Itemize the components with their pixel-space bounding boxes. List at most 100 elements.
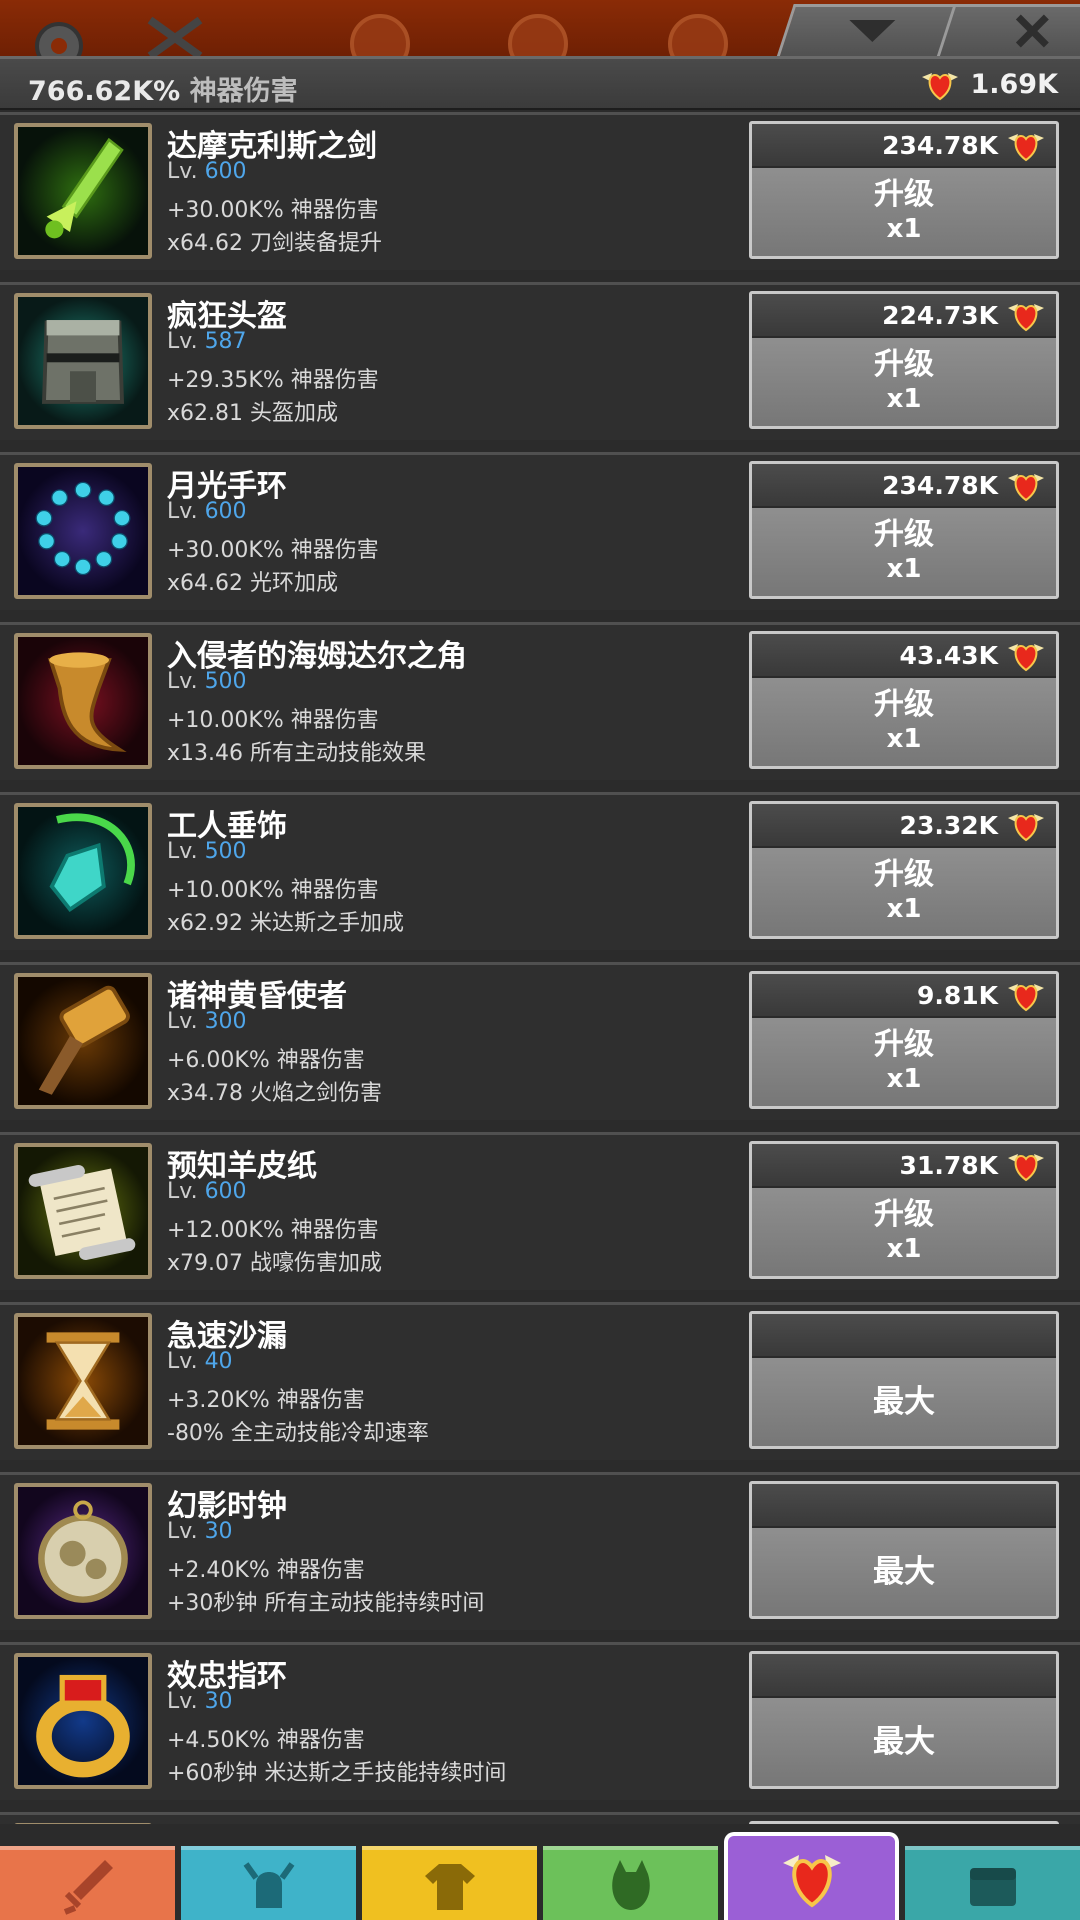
artifact-damage: +3.20K% 神器伤害 (167, 1388, 365, 1413)
winged-heart-icon (1008, 1154, 1044, 1182)
background-badge (350, 14, 410, 56)
artifact-row[interactable]: 入侵者的海姆达尔之角 Lv. 500 +10.00K% 神器伤害 x13.46 所有主… (0, 622, 1080, 780)
level-value: 30 (204, 1519, 233, 1544)
artifact-level: Lv. 500 (167, 839, 247, 864)
upgrade-button[interactable]: 43.43K 升级 x1 (749, 631, 1059, 769)
relic-currency-value: 1.69K (970, 68, 1058, 100)
artifact-bonus: x62.92 米达斯之手加成 (167, 911, 404, 936)
scroll-icon[interactable] (14, 1143, 152, 1279)
cost-value: 23.32K (899, 810, 998, 840)
nav-tab-shop[interactable] (905, 1846, 1080, 1920)
pocket-watch-icon[interactable] (14, 1483, 152, 1619)
upgrade-cost: 234.78K (752, 464, 1056, 508)
upgrade-button[interactable]: 9.81K 升级 x1 (749, 971, 1059, 1109)
artifact-row[interactable]: 月光手环 Lv. 600 +30.00K% 神器伤害 x64.62 光环加成 234.7… (0, 452, 1080, 610)
artifact-damage: +10.00K% 神器伤害 (167, 878, 379, 903)
artifact-bonus: +60秒钟 米达斯之手技能持续时间 (167, 1761, 507, 1786)
upgrade-button[interactable]: 224.73K 升级 x1 (749, 291, 1059, 429)
top-game-strip (0, 0, 1080, 56)
green-dagger-icon[interactable] (14, 123, 152, 259)
upgrade-action: 升级 x1 (752, 508, 1056, 596)
upgrade-cost: 224.73K (752, 294, 1056, 338)
artifact-row[interactable]: 幻影时钟 Lv. 30 +2.40K% 神器伤害 +30秒钟 所有主动技能持续时间 最大 (0, 1472, 1080, 1630)
settings-gear-icon[interactable] (24, 10, 94, 56)
spear-icon[interactable] (14, 1823, 152, 1824)
hammer-icon[interactable] (14, 973, 152, 1109)
hourglass-icon[interactable] (14, 1313, 152, 1449)
artifact-bonus: x64.62 光环加成 (167, 571, 338, 596)
nav-tab-sword[interactable] (0, 1846, 175, 1920)
nav-tab-heroes[interactable] (181, 1846, 356, 1920)
level-prefix: Lv. (167, 329, 198, 354)
ruby-ring-icon[interactable] (14, 1653, 152, 1789)
level-prefix: Lv. (167, 669, 198, 694)
upgrade-cost: 234.78K (752, 124, 1056, 168)
background-badge (668, 14, 728, 56)
level-value: 500 (204, 669, 247, 694)
cost-value: 9.81K (916, 980, 998, 1010)
upgrade-button[interactable] (749, 1821, 1059, 1824)
level-prefix: Lv. (167, 499, 198, 524)
background-badge (508, 14, 568, 56)
artifact-row[interactable]: 巨人之矛 (0, 1812, 1080, 1824)
helmet-icon[interactable] (14, 293, 152, 429)
upgrade-multiplier: x1 (886, 1064, 922, 1094)
level-value: 500 (204, 839, 247, 864)
cost-value: 31.78K (899, 1150, 998, 1180)
nav-tab-equipment[interactable] (362, 1846, 537, 1920)
artifact-damage: +30.00K% 神器伤害 (167, 198, 379, 223)
shirt-icon (424, 1864, 475, 1910)
artifact-row[interactable]: 急速沙漏 Lv. 40 +3.20K% 神器伤害 -80% 全主动技能冷却速率 最大 (0, 1302, 1080, 1460)
nav-tab-pets[interactable] (543, 1846, 718, 1920)
upgrade-action: 升级 x1 (752, 1018, 1056, 1106)
total-damage-label: 神器伤害 (189, 76, 298, 107)
artifact-level: Lv. 587 (167, 329, 247, 354)
action-label: 最大 (873, 1554, 935, 1590)
artifact-level: Lv. 600 (167, 159, 247, 184)
close-icon (1014, 13, 1050, 53)
upgrade-action: 升级 x1 (752, 848, 1056, 936)
action-label: 最大 (873, 1384, 935, 1420)
artifact-row[interactable]: 诸神黄昏使者 Lv. 300 +6.00K% 神器伤害 x34.78 火焰之剑伤害 9.… (0, 962, 1080, 1120)
artifact-row[interactable]: 达摩克利斯之剑 Lv. 600 +30.00K% 神器伤害 x64.62 刀剑装备提升… (0, 112, 1080, 270)
artifact-list[interactable]: 达摩克利斯之剑 Lv. 600 +30.00K% 神器伤害 x64.62 刀剑装备提升… (0, 112, 1080, 1824)
horn-icon[interactable] (14, 633, 152, 769)
artifact-bonus: x34.78 火焰之剑伤害 (167, 1081, 382, 1106)
total-artifact-damage: 766.62K% 神器伤害 (28, 69, 298, 108)
artifact-damage: +2.40K% 神器伤害 (167, 1558, 365, 1583)
artifact-row[interactable]: 预知羊皮纸 Lv. 600 +12.00K% 神器伤害 x79.07 战嚎伤害加成 31… (0, 1132, 1080, 1290)
artifact-damage: +6.00K% 神器伤害 (167, 1048, 365, 1073)
upgrade-cost (752, 1654, 1056, 1698)
upgrade-button[interactable]: 31.78K 升级 x1 (749, 1141, 1059, 1279)
artifact-bonus: x64.62 刀剑装备提升 (167, 231, 382, 256)
max-level-button: 最大 (749, 1651, 1059, 1789)
level-prefix: Lv. (167, 1689, 198, 1714)
upgrade-cost (752, 1314, 1056, 1358)
upgrade-multiplier: x1 (886, 214, 922, 244)
artifact-row[interactable]: 效忠指环 Lv. 30 +4.50K% 神器伤害 +60秒钟 米达斯之手技能持续时间最… (0, 1642, 1080, 1800)
artifact-bonus: -80% 全主动技能冷却速率 (167, 1421, 429, 1446)
chest-icon (969, 1868, 1016, 1906)
upgrade-multiplier: x1 (886, 894, 922, 924)
nav-tab-artifacts[interactable] (724, 1832, 899, 1920)
artifact-damage: +10.00K% 神器伤害 (167, 708, 379, 733)
max-level-button: 最大 (749, 1311, 1059, 1449)
upgrade-action: 升级 x1 (752, 168, 1056, 256)
upgrade-button[interactable]: 23.32K 升级 x1 (749, 801, 1059, 939)
crossed-swords-icon[interactable] (140, 10, 210, 56)
artifact-damage: +30.00K% 神器伤害 (167, 538, 379, 563)
sword-icon (63, 1860, 113, 1915)
level-value: 300 (204, 1009, 247, 1034)
artifact-damage: +12.00K% 神器伤害 (167, 1218, 379, 1243)
upgrade-button[interactable]: 234.78K 升级 x1 (749, 121, 1059, 259)
upgrade-button[interactable]: 234.78K 升级 x1 (749, 461, 1059, 599)
artifact-summary-bar: 766.62K% 神器伤害 1.69K (0, 56, 1080, 110)
artifact-row[interactable]: 疯狂头盔 Lv. 587 +29.35K% 神器伤害 x62.81 头盔加成 224.7… (0, 282, 1080, 440)
action-label: 升级 (874, 1197, 934, 1232)
crystal-pendant-icon[interactable] (14, 803, 152, 939)
upgrade-multiplier: x1 (886, 384, 922, 414)
bead-bracelet-icon[interactable] (14, 463, 152, 599)
close-tab[interactable] (936, 4, 1080, 56)
artifact-row[interactable]: 工人垂饰 Lv. 500 +10.00K% 神器伤害 x62.92 米达斯之手加成 23… (0, 792, 1080, 950)
upgrade-cost: 9.81K (752, 974, 1056, 1018)
